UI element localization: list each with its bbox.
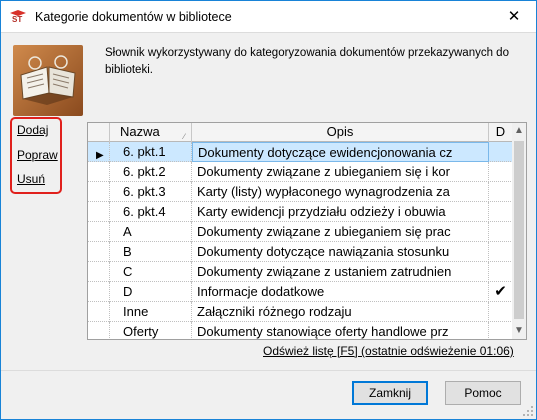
book-library-icon [13,45,83,116]
table-row[interactable]: A Dokumenty związane z ubieganiem się pr… [88,222,513,242]
side-actions-group: Dodaj Popraw Usuń [10,117,62,194]
add-link[interactable]: Dodaj [17,123,48,137]
svg-text:ST: ST [12,15,22,23]
column-header-name[interactable]: Nazwa ∕ [110,123,192,142]
cell-name: 6. pkt.3 [110,182,192,202]
cell-d [489,242,513,262]
delete-link[interactable]: Usuń [17,172,45,186]
table-row[interactable]: 6. pkt.4 Karty ewidencji przydziału odzi… [88,202,513,222]
cell-desc: Informacje dodatkowe [192,282,489,302]
scroll-down-icon[interactable]: ▼ [512,323,526,339]
table-row[interactable]: D Informacje dodatkowe ✔ [88,282,513,302]
row-indicator-cell: ▶ [88,142,110,162]
refresh-list-link[interactable]: Odśwież listę [F5] (ostatnie odświeżenie… [263,344,514,358]
cell-desc: Dokumenty stanowiące oferty handlowe prz [192,322,489,339]
cell-d [489,262,513,282]
current-row-arrow-icon: ▶ [96,150,104,161]
dictionary-description: Słownik wykorzystywany do kategoryzowani… [105,47,509,76]
help-button[interactable]: Pomoc [445,381,521,405]
cell-desc: Załączniki różnego rodzaju [192,302,489,322]
row-indicator-cell [88,262,110,282]
row-indicator-cell [88,162,110,182]
row-indicator-cell [88,202,110,222]
row-indicator-cell [88,242,110,262]
footer-divider [1,370,536,371]
table-row[interactable]: Inne Załączniki różnego rodzaju [88,302,513,322]
table-row[interactable]: Oferty Dokumenty stanowiące oferty handl… [88,322,513,339]
column-header-d[interactable]: D [489,123,513,142]
app-icon: ST [10,10,26,23]
resize-grip-icon[interactable] [522,405,534,417]
cell-name: 6. pkt.1 [110,142,192,162]
titlebar-divider [1,32,536,33]
edit-link[interactable]: Popraw [17,148,58,162]
cell-name: C [110,262,192,282]
checkmark-icon: ✔ [489,282,513,302]
cell-name: Inne [110,302,192,322]
cell-d [489,142,513,162]
row-indicator-cell [88,182,110,202]
cell-desc: Dokumenty dotyczące ewidencjonowania cz [192,142,489,162]
row-indicator-cell [88,222,110,242]
table-row[interactable]: C Dokumenty związane z ustaniem zatrudni… [88,262,513,282]
header-indicator-cell [88,123,110,142]
table-row[interactable]: 6. pkt.2 Dokumenty związane z ubieganiem… [88,162,513,182]
categories-grid[interactable]: Nazwa ∕ Opis D ▶ 6. pkt.1 Dokumenty doty… [87,122,527,340]
title-bar: ST Kategorie dokumentów w bibliotece ✕ [1,1,536,32]
cell-d [489,222,513,242]
cell-d [489,302,513,322]
grid-header: Nazwa ∕ Opis D [88,123,513,142]
cell-desc: Karty (listy) wypłaconego wynagrodzenia … [192,182,489,202]
cell-desc: Dokumenty związane z ubieganiem się i ko… [192,162,489,182]
table-row[interactable]: 6. pkt.3 Karty (listy) wypłaconego wynag… [88,182,513,202]
cell-name: 6. pkt.2 [110,162,192,182]
window-close-button[interactable]: ✕ [492,1,536,32]
cell-desc: Dokumenty związane z ustaniem zatrudnien [192,262,489,282]
cell-d [489,322,513,339]
window-title: Kategorie dokumentów w bibliotece [35,10,232,24]
table-row[interactable]: ▶ 6. pkt.1 Dokumenty dotyczące ewidencjo… [88,142,513,162]
cell-name: 6. pkt.4 [110,202,192,222]
cell-name: Oferty [110,322,192,339]
scrollbar-thumb[interactable] [514,141,524,319]
row-indicator-cell [88,302,110,322]
cell-name: B [110,242,192,262]
scroll-up-icon[interactable]: ▲ [512,123,526,139]
cell-name: D [110,282,192,302]
table-row[interactable]: B Dokumenty dotyczące nawiązania stosunk… [88,242,513,262]
dialog-window: ST Kategorie dokumentów w bibliotece ✕ S… [0,0,537,420]
vertical-scrollbar[interactable]: ▲ ▼ [512,123,526,339]
column-header-name-label: Nazwa [120,124,160,139]
cell-desc: Karty ewidencji przydziału odzieży i obu… [192,202,489,222]
cell-d [489,202,513,222]
cell-d [489,162,513,182]
cell-d [489,182,513,202]
row-indicator-cell [88,282,110,302]
cell-desc: Dokumenty związane z ubieganiem się prac [192,222,489,242]
close-button[interactable]: Zamknij [352,381,428,405]
column-header-desc[interactable]: Opis [192,123,489,142]
row-indicator-cell [88,322,110,339]
cell-name: A [110,222,192,242]
cell-desc: Dokumenty dotyczące nawiązania stosunku [192,242,489,262]
